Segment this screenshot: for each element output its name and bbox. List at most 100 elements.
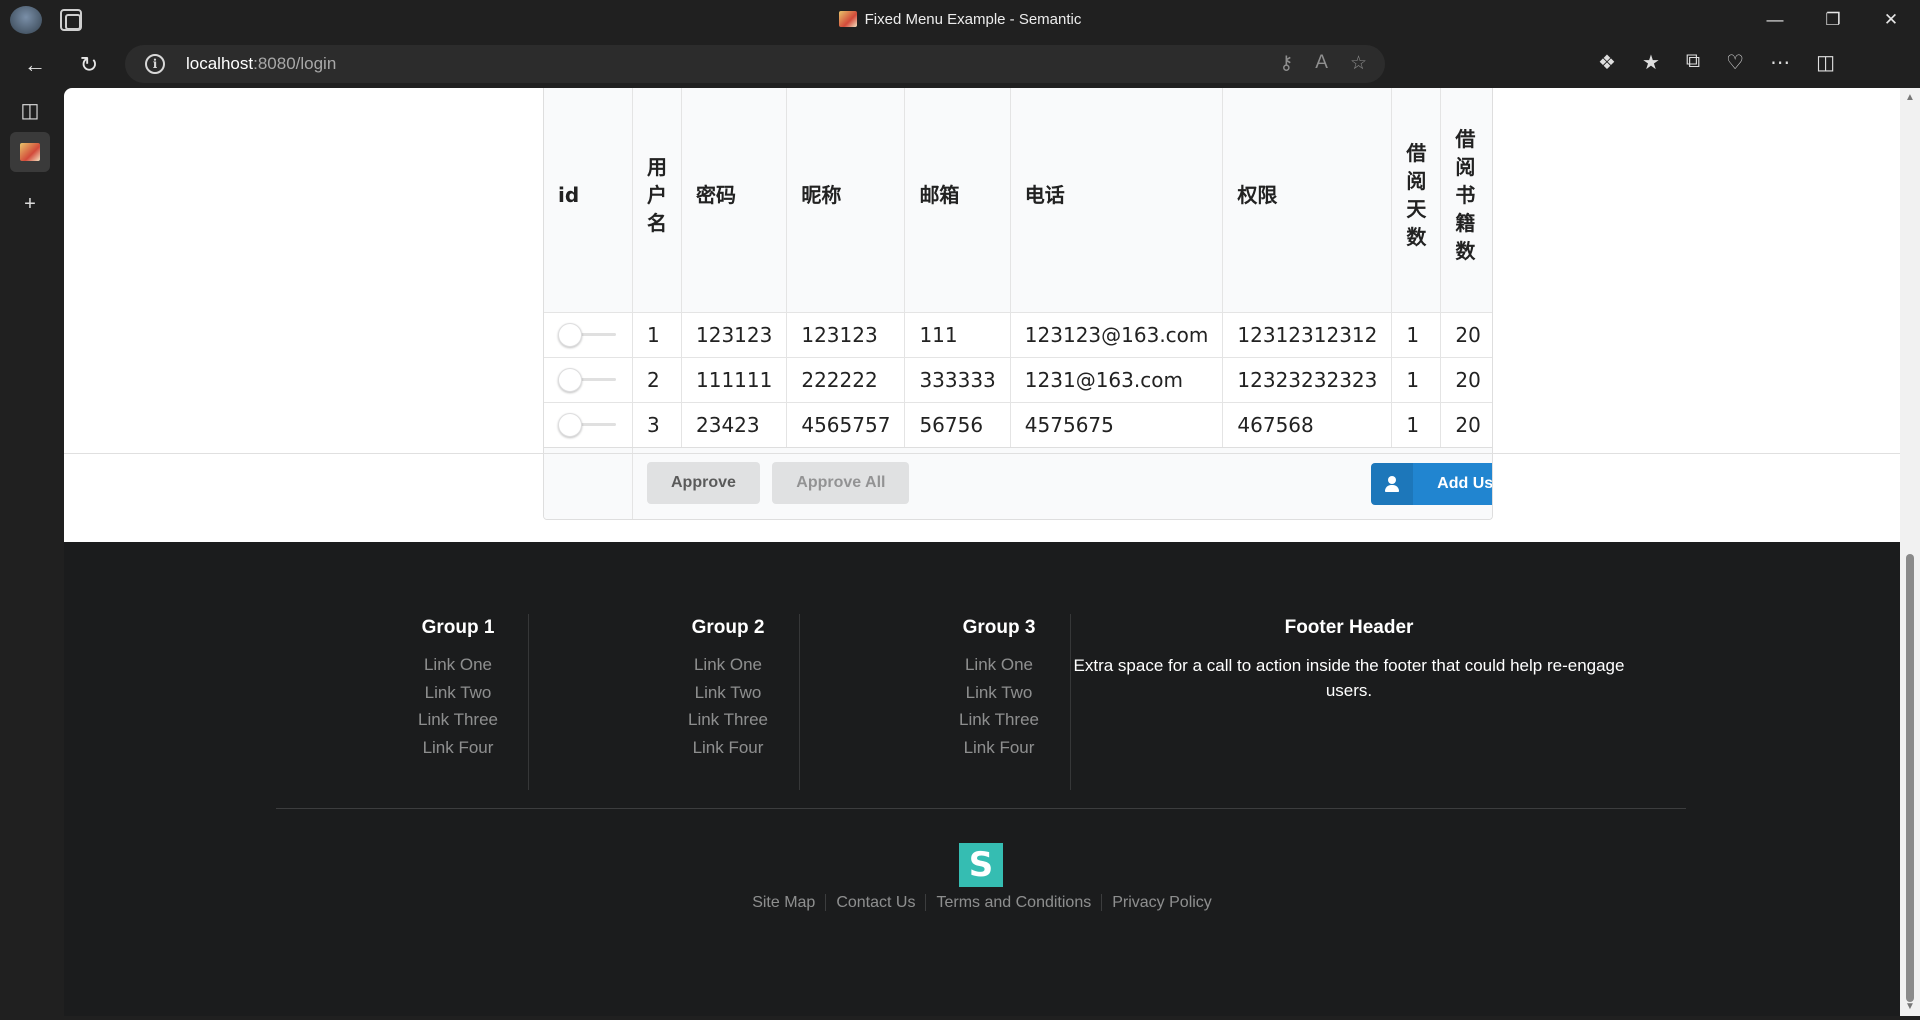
- footer-empty-cell: [544, 447, 633, 519]
- header-permission[interactable]: 权限: [1222, 88, 1392, 313]
- footer-link[interactable]: Link Three: [864, 706, 1134, 734]
- footer-link[interactable]: Link Four: [864, 734, 1134, 762]
- semantic-logo-icon[interactable]: S: [959, 843, 1003, 887]
- tab-favicon-icon: [20, 143, 40, 161]
- cell-permission: 12323232323: [1222, 357, 1392, 403]
- cell-email: 333333: [904, 357, 1011, 403]
- header-password[interactable]: 密码: [680, 88, 787, 313]
- cell-nickname: 222222: [786, 357, 905, 403]
- table-footer-row: Approve Approve All Add User: [544, 447, 1493, 519]
- cell-permission: 467568: [1222, 402, 1392, 448]
- approve-all-button[interactable]: Approve All: [772, 462, 910, 505]
- sidebar-toggle-icon[interactable]: ◫: [1816, 50, 1835, 75]
- footer-group-title: Group 1: [421, 617, 495, 638]
- header-username[interactable]: 用户名: [632, 88, 682, 313]
- footer-divider: [799, 614, 800, 790]
- users-table: id 用户名 密码 昵称 邮箱 电话 权限 借阅天数 借阅书籍数 1 12312…: [543, 88, 1493, 520]
- url-path: :8080/login: [253, 54, 337, 73]
- footer-link[interactable]: Link Two: [323, 679, 593, 707]
- cell-borrow-books: 20: [1440, 402, 1492, 448]
- header-id[interactable]: id: [544, 88, 633, 313]
- footer-actions-cell: Approve Approve All Add User: [632, 447, 1493, 519]
- cell-permission: 12312312312: [1222, 312, 1392, 358]
- privacy-policy-link[interactable]: Privacy Policy: [1101, 894, 1222, 911]
- read-aloud-icon[interactable]: A: [1315, 52, 1328, 75]
- add-user-label: Add User: [1437, 474, 1493, 492]
- key-icon[interactable]: ⚷: [1279, 52, 1293, 75]
- add-user-button[interactable]: Add User: [1371, 462, 1493, 505]
- active-tab[interactable]: [10, 132, 50, 172]
- footer-link[interactable]: Link One: [593, 651, 863, 679]
- site-favicon-icon: [838, 11, 857, 27]
- footer-link[interactable]: Link Four: [593, 734, 863, 762]
- more-icon[interactable]: ⋯: [1770, 50, 1790, 75]
- row-toggle[interactable]: [544, 312, 633, 358]
- toggle-switch[interactable]: [558, 321, 618, 349]
- minimize-icon[interactable]: —: [1746, 0, 1804, 40]
- favorites-icon[interactable]: ★: [1642, 50, 1660, 75]
- footer-group-title: Group 2: [691, 617, 765, 638]
- footer-link[interactable]: Link One: [323, 651, 593, 679]
- footer-cta: Footer Header Extra space for a call to …: [1064, 617, 1634, 703]
- footer-link[interactable]: Link Four: [323, 734, 593, 762]
- footer-header: Footer Header: [1284, 617, 1414, 638]
- health-icon[interactable]: ♡: [1726, 50, 1744, 75]
- window-title-text: Fixed Menu Example - Semantic: [864, 11, 1082, 28]
- scroll-up-icon[interactable]: ▲: [1905, 92, 1915, 103]
- cell-phone: 1231@163.com: [1009, 357, 1223, 403]
- close-icon[interactable]: ✕: [1862, 0, 1920, 40]
- back-icon[interactable]: ←: [20, 50, 50, 80]
- new-tab-icon[interactable]: +: [10, 184, 50, 224]
- section-divider: [64, 453, 1900, 454]
- scroll-down-icon[interactable]: ▼: [1905, 1001, 1915, 1012]
- refresh-icon[interactable]: ↻: [74, 50, 104, 80]
- table-row: 3 23423 4565757 56756 4575675 467568 1 2…: [544, 402, 1492, 448]
- toggle-switch[interactable]: [558, 366, 618, 394]
- window-title: Fixed Menu Example - Semantic: [0, 11, 1920, 28]
- site-info-icon[interactable]: i: [145, 54, 165, 74]
- cell-phone: 123123@163.com: [1009, 312, 1223, 358]
- header-email[interactable]: 邮箱: [904, 88, 1011, 313]
- cell-nickname: 4565757: [786, 402, 905, 448]
- url-text[interactable]: localhost:8080/login: [186, 54, 336, 74]
- contact-us-link[interactable]: Contact Us: [825, 894, 926, 911]
- cell-borrow-days: 1: [1391, 357, 1441, 403]
- footer-divider: [528, 614, 529, 790]
- tab-actions-icon[interactable]: ◫: [10, 90, 50, 130]
- header-borrow-books[interactable]: 借阅书籍数: [1440, 88, 1492, 313]
- toggle-switch[interactable]: [558, 411, 618, 439]
- scrollbar-thumb[interactable]: [1906, 554, 1914, 1002]
- cell-id: 3: [632, 402, 682, 448]
- collections-icon[interactable]: ⧉: [1686, 50, 1700, 75]
- favorite-star-icon[interactable]: ☆: [1350, 52, 1367, 75]
- table-row: 2 111111 222222 333333 1231@163.com 1232…: [544, 357, 1492, 403]
- row-toggle[interactable]: [544, 357, 633, 403]
- header-borrow-days[interactable]: 借阅天数: [1391, 88, 1441, 313]
- terms-link[interactable]: Terms and Conditions: [925, 894, 1102, 911]
- header-phone[interactable]: 电话: [1009, 88, 1223, 313]
- footer-bottom-links: Site Map Contact Us Terms and Conditions Pr…: [64, 894, 1900, 912]
- approve-button[interactable]: Approve: [647, 462, 760, 505]
- cell-email: 56756: [904, 402, 1011, 448]
- footer-link[interactable]: Link Two: [593, 679, 863, 707]
- footer-link[interactable]: Link Three: [593, 706, 863, 734]
- footer-link[interactable]: Link Three: [323, 706, 593, 734]
- row-toggle[interactable]: [544, 402, 633, 448]
- site-map-link[interactable]: Site Map: [742, 894, 825, 911]
- page-viewport: id 用户名 密码 昵称 邮箱 电话 权限 借阅天数 借阅书籍数 1 12312…: [64, 88, 1900, 1016]
- cell-nickname: 123123: [786, 312, 905, 358]
- extensions-icon[interactable]: ❖: [1598, 50, 1616, 75]
- cell-password: 123123: [680, 312, 787, 358]
- cell-password: 111111: [680, 357, 787, 403]
- cell-phone: 4575675: [1009, 402, 1223, 448]
- user-icon: [1371, 462, 1414, 505]
- table-row: 1 123123 123123 111 123123@163.com 12312…: [544, 312, 1492, 358]
- restore-icon[interactable]: ❐: [1804, 0, 1862, 40]
- cell-id: 1: [632, 312, 682, 358]
- cell-borrow-days: 1: [1391, 312, 1441, 358]
- page-scrollbar[interactable]: ▲ ▼: [1900, 88, 1920, 1016]
- header-nickname[interactable]: 昵称: [786, 88, 905, 313]
- vertical-tabs-sidebar: ◫ +: [0, 88, 58, 1020]
- browser-toolbar: ← ↻ i localhost:8080/login ⚷ A ☆ ❖ ★ ⧉ ♡…: [0, 40, 1920, 88]
- address-bar[interactable]: i localhost:8080/login ⚷ A ☆: [125, 45, 1385, 83]
